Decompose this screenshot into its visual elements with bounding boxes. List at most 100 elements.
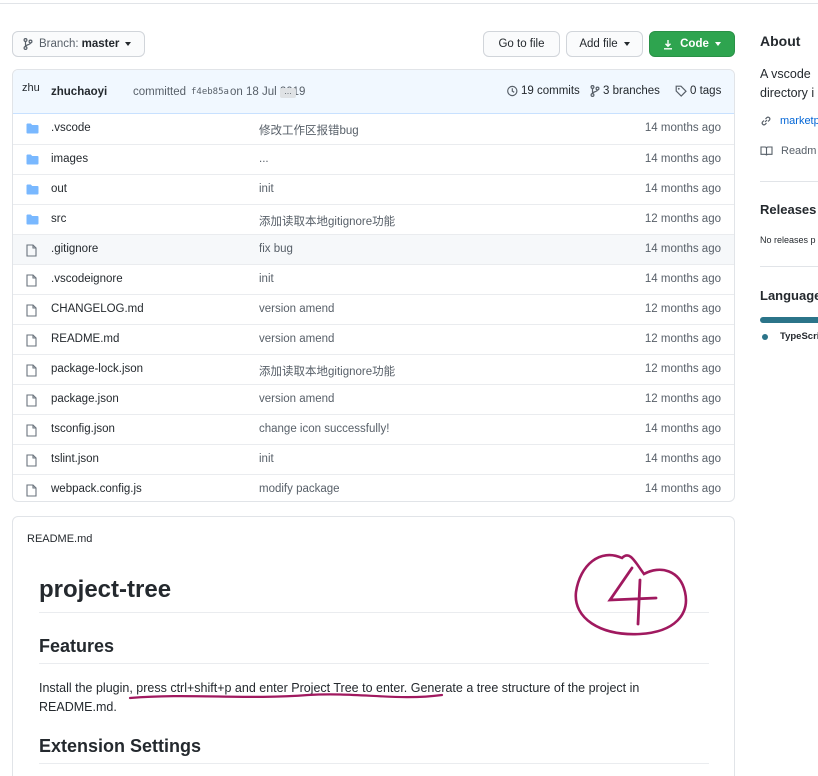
commit-message-link[interactable]: version amend — [259, 393, 334, 405]
avatar[interactable]: zhu — [22, 82, 40, 94]
file-icon — [26, 394, 37, 410]
file-row[interactable]: .vscode 修改工作区报错bug 14 months ago — [13, 114, 734, 144]
file-browser: zhu zhuchaoyi committed f4eb85a on 18 Ju… — [12, 69, 735, 502]
git-branch-icon — [590, 85, 600, 97]
download-icon — [664, 39, 673, 49]
commit-age: 14 months ago — [644, 273, 721, 285]
branches-link[interactable]: 3 branches — [590, 85, 660, 97]
file-name-link[interactable]: .vscodeignore — [51, 273, 123, 285]
commits-count: 19 commits — [521, 85, 580, 97]
commit-message-link[interactable]: version amend — [259, 303, 334, 315]
add-file-button[interactable]: Add file — [566, 31, 643, 57]
commit-expand-button[interactable]: … — [280, 88, 296, 98]
file-name-link[interactable]: tsconfig.json — [51, 423, 115, 435]
code-label: Code — [680, 38, 709, 50]
go-to-file-label: Go to file — [498, 38, 545, 50]
add-file-label: Add file — [579, 38, 618, 50]
commit-message-link[interactable]: 添加读取本地gitignore功能 — [259, 213, 395, 229]
commit-message-link[interactable]: 修改工作区报错bug — [259, 122, 359, 138]
no-releases-text: No releases p — [760, 235, 816, 245]
file-icon — [26, 334, 37, 350]
file-row[interactable]: CHANGELOG.md version amend 12 months ago — [13, 294, 734, 324]
file-row[interactable]: .gitignore fix bug 14 months ago — [13, 234, 734, 264]
branch-value: master — [81, 38, 120, 50]
commit-age: 12 months ago — [644, 363, 721, 375]
tags-count: 0 tags — [690, 85, 722, 97]
commit-age: 14 months ago — [644, 453, 721, 465]
chevron-down-icon — [623, 42, 630, 46]
chevron-down-icon — [714, 42, 721, 46]
file-row[interactable]: tslint.json init 14 months ago — [13, 444, 734, 474]
file-name-link[interactable]: images — [51, 153, 88, 165]
divider — [760, 181, 818, 182]
file-row[interactable]: package-lock.json 添加读取本地gitignore功能 12 mon… — [13, 354, 734, 384]
go-to-file-button[interactable]: Go to file — [483, 31, 560, 57]
commit-age: 14 months ago — [644, 183, 721, 195]
commit-message-link[interactable]: init — [259, 273, 274, 285]
readme-title: project-tree — [39, 576, 172, 603]
code-button[interactable]: Code — [649, 31, 735, 57]
handwritten-underline — [128, 693, 444, 700]
commit-message-link[interactable]: init — [259, 183, 274, 195]
releases-heading[interactable]: Releases — [760, 202, 816, 217]
file-name-link[interactable]: package-lock.json — [51, 363, 143, 375]
link-icon — [761, 116, 771, 126]
commit-action: committed — [133, 86, 187, 98]
handwritten-annotation-4 — [574, 553, 688, 636]
commits-link[interactable]: 19 commits — [506, 85, 580, 97]
divider — [760, 266, 818, 267]
homepage-link[interactable]: marketp — [760, 115, 818, 127]
folder-icon — [26, 123, 39, 137]
branch-select-button[interactable]: Branch: master — [12, 31, 145, 57]
folder-icon — [26, 184, 39, 198]
commit-age: 14 months ago — [644, 423, 721, 435]
languages-heading: Language — [760, 288, 818, 303]
file-name-link[interactable]: src — [51, 213, 66, 225]
commit-sha-link[interactable]: f4eb85a — [191, 87, 229, 97]
commit-message-link[interactable]: version amend — [259, 333, 334, 345]
file-row[interactable]: src 添加读取本地gitignore功能 12 months ago — [13, 204, 734, 234]
file-icon — [26, 304, 37, 320]
commit-message-link[interactable]: modify package — [259, 483, 340, 495]
file-icon — [26, 274, 37, 290]
file-name-link[interactable]: tslint.json — [51, 453, 99, 465]
about-heading: About — [760, 33, 801, 49]
commit-message-link[interactable]: fix bug — [259, 243, 293, 255]
file-row[interactable]: webpack.config.js modify package 14 months… — [13, 474, 734, 501]
commit-age: 14 months ago — [644, 153, 721, 165]
language-item-typescript[interactable]: TypeScri — [762, 331, 818, 342]
commit-age: 12 months ago — [644, 303, 721, 315]
file-row[interactable]: README.md version amend 12 months ago — [13, 324, 734, 354]
folder-icon — [26, 154, 39, 168]
file-name-link[interactable]: .gitignore — [51, 243, 98, 255]
file-row[interactable]: package.json version amend 12 months ago — [13, 384, 734, 414]
file-name-link[interactable]: out — [51, 183, 67, 195]
commit-message-link[interactable]: init — [259, 453, 274, 465]
divider — [39, 763, 709, 764]
folder-icon — [26, 214, 39, 228]
file-name-link[interactable]: README.md — [51, 333, 119, 345]
latest-commit-bar: zhu zhuchaoyi committed f4eb85a on 18 Ju… — [13, 70, 734, 114]
extension-settings-heading: Extension Settings — [39, 736, 202, 756]
commit-message-link[interactable]: 添加读取本地gitignore功能 — [259, 363, 395, 379]
history-icon — [507, 85, 518, 97]
file-name-link[interactable]: package.json — [51, 393, 119, 405]
commit-message-link[interactable]: change icon successfully! — [259, 423, 389, 435]
commit-age: 12 months ago — [644, 213, 721, 225]
tags-link[interactable]: 0 tags — [675, 85, 721, 97]
file-name-link[interactable]: CHANGELOG.md — [51, 303, 144, 315]
file-row[interactable]: out init 14 months ago — [13, 174, 734, 204]
file-name-link[interactable]: .vscode — [51, 122, 91, 134]
readme-link[interactable]: Readm — [760, 145, 816, 157]
commit-author-link[interactable]: zhuchaoyi — [51, 86, 107, 98]
file-row[interactable]: .vscodeignore init 14 months ago — [13, 264, 734, 294]
tag-icon — [675, 85, 687, 97]
file-row[interactable]: tsconfig.json change icon successfully! 14… — [13, 414, 734, 444]
language-bar — [760, 317, 818, 323]
homepage-link-text: marketp — [780, 115, 818, 127]
repo-description: A vscode directory i — [760, 67, 815, 100]
commit-message-link[interactable]: ... — [259, 153, 269, 165]
file-name-link[interactable]: webpack.config.js — [51, 483, 142, 495]
file-row[interactable]: images... 14 months ago — [13, 144, 734, 174]
language-name: TypeScri — [780, 331, 818, 342]
